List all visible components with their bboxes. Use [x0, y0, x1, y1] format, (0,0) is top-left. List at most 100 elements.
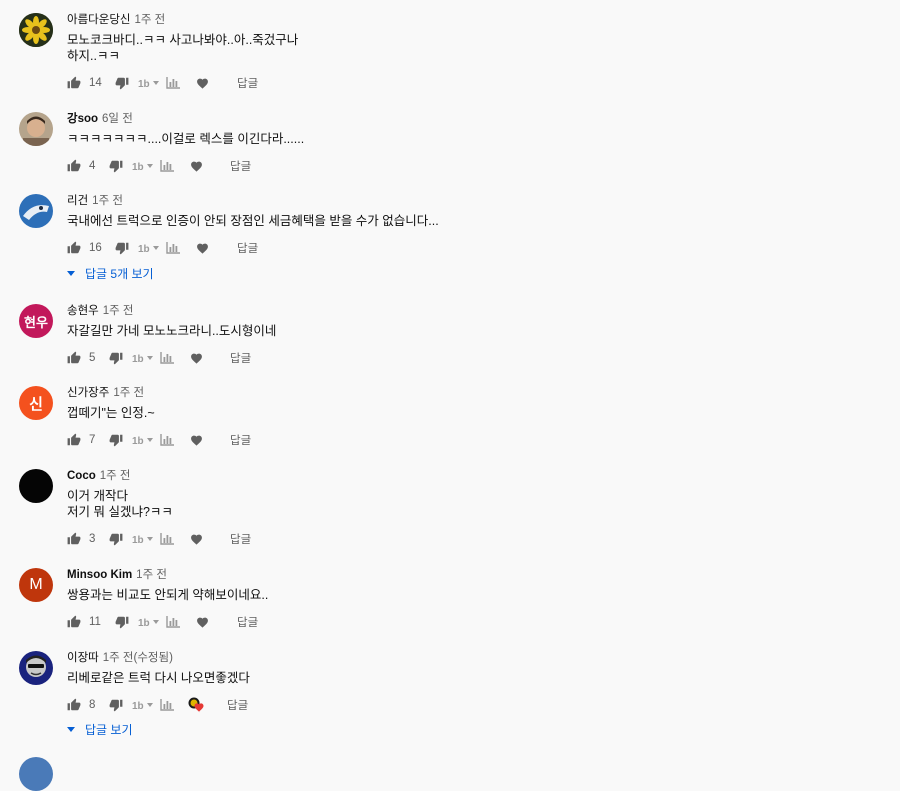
like-count: 14	[89, 77, 102, 89]
avatar[interactable]: 신	[19, 386, 53, 420]
svg-text:1b: 1b	[132, 162, 144, 172]
bar-chart-icon[interactable]	[160, 352, 174, 364]
like-count: 4	[89, 160, 96, 172]
like-count: 8	[89, 699, 96, 711]
comment-actions: 14 1b 답글	[67, 74, 258, 92]
avatar[interactable]	[19, 651, 53, 685]
thumb-up-icon[interactable]	[67, 351, 81, 365]
avatar[interactable]	[19, 112, 53, 146]
comment-time[interactable]: 1주 전	[113, 387, 144, 399]
reply-button[interactable]: 답글	[230, 432, 251, 448]
thumb-down-icon[interactable]	[115, 615, 129, 629]
bar-chart-icon[interactable]	[166, 77, 180, 89]
comment-author[interactable]: 송현우	[67, 305, 99, 317]
heart-icon[interactable]	[196, 616, 209, 628]
bar-chart-icon[interactable]	[160, 533, 174, 545]
comment-time[interactable]: 1주 전	[136, 569, 167, 581]
comment-text: 모노코크바디..ㅋㅋ 사고나봐야..아..죽겄구나 하지..ㅋㅋ	[67, 33, 299, 63]
avatar[interactable]: 현우	[19, 304, 53, 338]
chevron-down-icon	[67, 726, 75, 732]
thumb-down-icon[interactable]	[109, 159, 123, 173]
comment-actions: 5 1b 답글	[67, 349, 251, 367]
heart-icon[interactable]	[196, 77, 209, 89]
thumb-down-icon[interactable]	[109, 532, 123, 546]
comment-time[interactable]: 1주 전	[134, 14, 165, 26]
comment-author[interactable]: 아름다운당신	[67, 14, 130, 26]
avatar[interactable]: M	[19, 568, 53, 602]
heart-icon[interactable]	[190, 533, 203, 545]
comment-time[interactable]: 1주 전(수정됨)	[103, 652, 173, 664]
avatar[interactable]	[19, 757, 53, 791]
reply-button[interactable]: 답글	[227, 697, 248, 713]
dislike-text-icon[interactable]: 1b	[132, 533, 154, 545]
comment-author[interactable]: 강soo	[67, 113, 98, 125]
like-count: 7	[89, 434, 96, 446]
dislike-text-icon[interactable]: 1b	[132, 352, 154, 364]
thumb-up-icon[interactable]	[67, 241, 81, 255]
like-count: 5	[89, 352, 96, 364]
comment-author[interactable]: 이장따	[67, 652, 99, 664]
comment-actions: 8 1b 답글	[67, 696, 248, 714]
comment-author[interactable]: Coco	[67, 470, 96, 482]
svg-text:1b: 1b	[132, 535, 144, 545]
bar-chart-icon[interactable]	[166, 616, 180, 628]
view-replies-link[interactable]: 답글 보기	[67, 721, 133, 738]
thumb-down-icon[interactable]	[115, 76, 129, 90]
comment-text: ㅋㅋㅋㅋㅋㅋㅋ....이걸로 렉스를 이긴다라......	[67, 132, 305, 146]
dislike-text-icon[interactable]: 1b	[138, 77, 160, 89]
comment-time[interactable]: 1주 전	[103, 305, 134, 317]
thumb-up-icon[interactable]	[67, 532, 81, 546]
avatar[interactable]	[19, 194, 53, 228]
reply-button[interactable]: 답글	[230, 531, 251, 547]
comment-author[interactable]: 신가장주	[67, 387, 109, 399]
thumb-up-icon[interactable]	[67, 698, 81, 712]
comment-time[interactable]: 1주 전	[100, 470, 131, 482]
heart-icon[interactable]	[190, 352, 203, 364]
avatar-initials: 현우	[24, 314, 48, 330]
thumb-down-icon[interactable]	[115, 241, 129, 255]
comment-body: 이장따 1주 전(수정됨) 리베로같은 트럭 다시 나오면좋겠다 8 1b 답글 …	[67, 651, 880, 737]
dislike-text-icon[interactable]: 1b	[138, 242, 160, 254]
bar-chart-icon[interactable]	[160, 160, 174, 172]
reply-button[interactable]: 답글	[237, 614, 258, 630]
comment-body: 강soo 6일 전 ㅋㅋㅋㅋㅋㅋㅋ....이걸로 렉스를 이긴다라...... 4…	[67, 112, 880, 173]
comment-time[interactable]: 1주 전	[92, 195, 123, 207]
heart-icon[interactable]	[190, 434, 203, 446]
comment-author[interactable]: 리건	[67, 195, 88, 207]
thumb-up-icon[interactable]	[67, 433, 81, 447]
view-replies-link[interactable]: 답글 5개 보기	[67, 265, 154, 282]
comment-author[interactable]: Minsoo Kim	[67, 569, 132, 581]
dislike-text-icon[interactable]: 1b	[132, 699, 154, 711]
comment-text: 리베로같은 트럭 다시 나오면좋겠다	[67, 671, 250, 685]
comment-body: 리건 1주 전 국내에선 트럭으로 인증이 안되 장점인 세금혜택을 받을 수가 …	[67, 194, 880, 281]
comment-actions: 16 1b 답글	[67, 239, 258, 257]
view-replies-label: 답글 보기	[85, 723, 133, 737]
dislike-text-icon[interactable]: 1b	[138, 616, 160, 628]
bar-chart-icon[interactable]	[166, 242, 180, 254]
reply-button[interactable]: 답글	[237, 240, 258, 256]
thumb-down-icon[interactable]	[109, 351, 123, 365]
heart-icon[interactable]	[196, 242, 209, 254]
thumb-up-icon[interactable]	[67, 76, 81, 90]
thumb-down-icon[interactable]	[109, 698, 123, 712]
svg-text:1b: 1b	[138, 79, 150, 89]
reply-button[interactable]: 답글	[230, 158, 251, 174]
dislike-text-icon[interactable]: 1b	[132, 434, 154, 446]
heart-icon[interactable]	[190, 160, 203, 172]
comment-body: 신가장주 1주 전 껍떼기"는 인정.~ 7 1b 답글	[67, 386, 880, 447]
comment-text: 껍떼기"는 인정.~	[67, 406, 155, 420]
dislike-text-icon[interactable]: 1b	[132, 160, 154, 172]
thumb-up-icon[interactable]	[67, 159, 81, 173]
reply-button[interactable]: 답글	[237, 75, 258, 91]
avatar[interactable]	[19, 13, 53, 47]
bar-chart-icon[interactable]	[160, 699, 174, 711]
avatar[interactable]	[19, 469, 53, 503]
bar-chart-icon[interactable]	[160, 434, 174, 446]
thumb-down-icon[interactable]	[109, 433, 123, 447]
comment-actions: 7 1b 답글	[67, 431, 251, 449]
comment-time[interactable]: 6일 전	[102, 113, 133, 125]
view-replies-label: 답글 5개 보기	[85, 267, 154, 281]
reply-button[interactable]: 답글	[230, 350, 251, 366]
comment-text: 이거 개작다 저기 뭐 실겠냐?ㅋㅋ	[67, 489, 173, 519]
thumb-up-icon[interactable]	[67, 615, 81, 629]
